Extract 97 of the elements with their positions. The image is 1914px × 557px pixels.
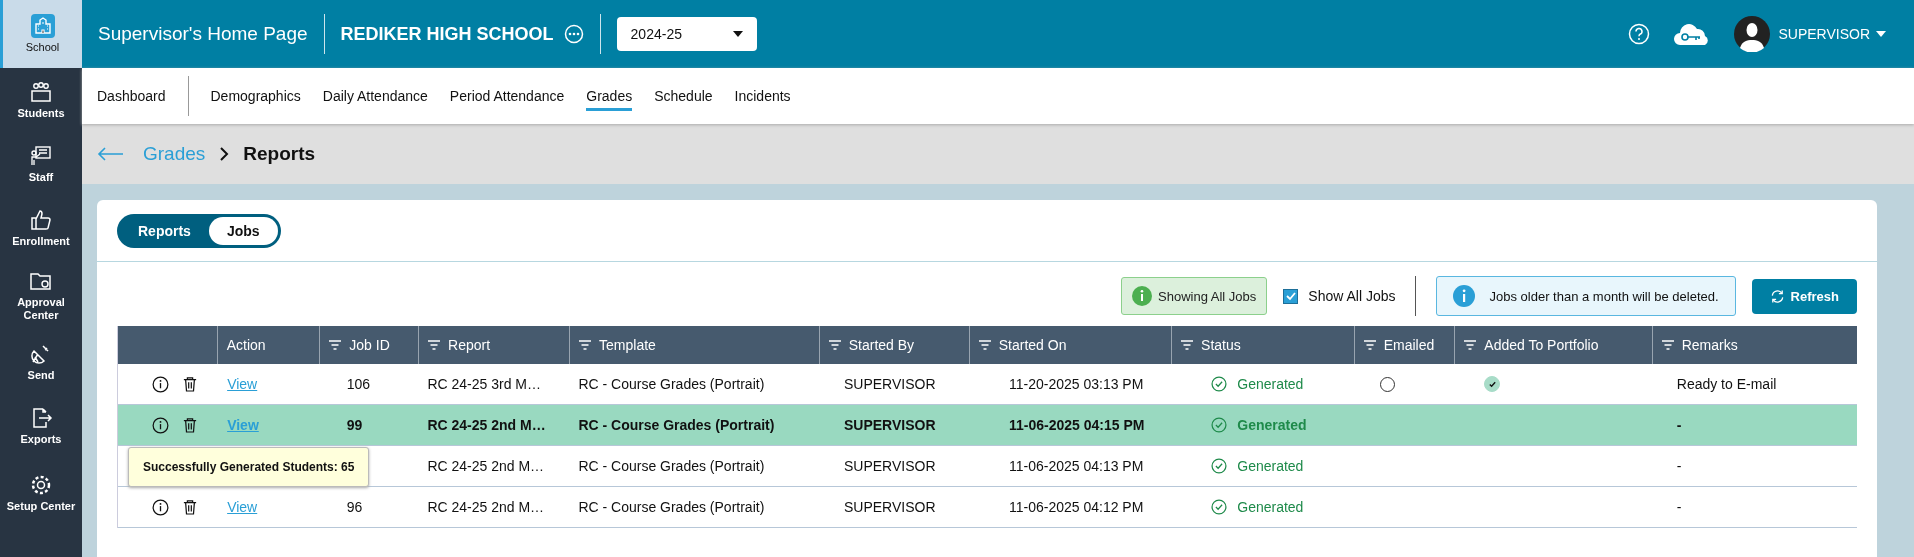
table-cell-text: RC - Course Grades (Portrait)	[577, 417, 775, 433]
school-building-icon	[30, 14, 55, 39]
help-icon[interactable]	[1628, 23, 1651, 45]
filter-icon[interactable]	[329, 340, 342, 350]
filter-icon[interactable]	[1661, 340, 1674, 350]
year-dropdown[interactable]: 2024-25	[616, 17, 757, 51]
user-avatar-icon[interactable]	[1734, 16, 1771, 52]
table-cell-text: -	[1675, 458, 1682, 474]
table-cell-text: RC 24-25 2nd M…	[426, 417, 546, 433]
check-circle-icon	[1211, 499, 1228, 515]
students-icon	[29, 80, 53, 105]
column-header[interactable]: Action	[226, 337, 266, 353]
refresh-button[interactable]: Refresh	[1751, 278, 1857, 314]
user-menu[interactable]: SUPERVISOR	[1778, 26, 1886, 42]
thumbs-up-icon	[29, 208, 53, 233]
table-cell-text: RC 24-25 2nd M…	[426, 499, 545, 515]
check-circle-icon	[1211, 417, 1228, 433]
more-options-icon[interactable]	[563, 24, 584, 44]
sidebar-item[interactable]: Send	[0, 330, 82, 394]
trash-icon[interactable]	[183, 499, 197, 515]
info-icon[interactable]	[152, 498, 169, 516]
filter-icon[interactable]	[1363, 340, 1376, 350]
table-cell-text: SUPERVISOR	[843, 458, 936, 474]
column-header[interactable]: Job ID	[349, 337, 390, 353]
info-notice: Jobs older than a month will be deleted.	[1436, 276, 1736, 316]
table-cell-text: SUPERVISOR	[843, 376, 936, 392]
table-cell-text: SUPERVISOR	[843, 499, 936, 515]
column-header[interactable]: Status	[1201, 337, 1241, 353]
table-cell-text: RC 24-25 3rd M…	[426, 376, 541, 392]
info-icon[interactable]	[152, 375, 169, 393]
status-badge: Showing All Jobs	[1121, 277, 1268, 315]
filter-icon[interactable]	[428, 340, 441, 350]
table-cell-text: 96	[345, 499, 363, 515]
nav-tab[interactable]: Dashboard	[97, 81, 166, 111]
nav-tab[interactable]: Daily Attendance	[322, 81, 428, 111]
nav-tab[interactable]: Incidents	[734, 81, 791, 111]
column-header[interactable]: Template	[599, 337, 656, 353]
filter-icon[interactable]	[1181, 340, 1194, 350]
nav-tab[interactable]: Grades	[586, 81, 633, 111]
filter-icon[interactable]	[828, 340, 841, 350]
sidebar-item[interactable]: Enrollment	[0, 196, 82, 260]
chevron-right-icon	[219, 146, 230, 162]
trash-icon[interactable]	[183, 417, 197, 433]
sidebar-item[interactable]: School	[0, 0, 82, 68]
table-cell-text: SUPERVISOR	[843, 417, 936, 433]
checkbox-label: Show All Jobs	[1308, 288, 1396, 304]
status-text: Generated	[1237, 417, 1307, 433]
breadcrumb-current: Reports	[243, 143, 316, 165]
view-tab[interactable]: Jobs	[208, 216, 278, 245]
status-text: Generated	[1237, 458, 1304, 474]
check-circle-icon	[1211, 458, 1228, 474]
table-cell-text: RC - Course Grades (Portrait)	[577, 499, 765, 515]
table-cell-text: 99	[345, 417, 363, 433]
sidebar-item[interactable]: Students	[0, 68, 82, 132]
check-circle-icon	[1211, 376, 1228, 392]
table-cell-text: 11-06-2025 04:13 PM	[1008, 458, 1144, 474]
table-cell-text: RC - Course Grades (Portrait)	[577, 376, 765, 392]
column-header[interactable]: Started By	[848, 337, 915, 353]
caret-icon	[1876, 31, 1886, 37]
sidebar-item[interactable]: Exports	[0, 394, 82, 458]
info-icon	[1132, 286, 1153, 306]
filter-icon[interactable]	[978, 340, 991, 350]
refresh-icon	[1769, 288, 1785, 304]
sidebar-item[interactable]: Setup Center	[0, 458, 82, 528]
nav-tab[interactable]: Demographics	[210, 81, 301, 111]
sidebar-item[interactable]: Approval Center	[0, 260, 82, 330]
filter-icon[interactable]	[579, 340, 592, 350]
trash-icon[interactable]	[183, 376, 197, 392]
filter-icon[interactable]	[1464, 340, 1477, 350]
table-cell-text: -	[1675, 417, 1682, 433]
column-header[interactable]: Added To Portfolio	[1484, 337, 1599, 353]
table-cell-text: Ready to E-mail	[1675, 376, 1777, 392]
table-cell-text: RC - Course Grades (Portrait)	[577, 458, 765, 474]
table-cell-text: 11-20-2025 03:13 PM	[1008, 376, 1144, 392]
table-cell-text: RC 24-25 2nd M…	[426, 458, 545, 474]
info-icon	[1453, 285, 1476, 307]
table-row[interactable]: View 99 RC 24-25 2nd M… RC - Course Grades (Portrait) SUPERVISOR 11-06-2025 04:15 PM Generated -	[118, 405, 1857, 446]
view-tab[interactable]: Reports	[120, 216, 209, 245]
school-name: REDIKER HIGH SCHOOL	[340, 23, 554, 45]
sidebar-item[interactable]: Staff	[0, 132, 82, 196]
column-header[interactable]: Started On	[998, 337, 1067, 353]
table-cell-text: 11-06-2025 04:15 PM	[1008, 417, 1145, 433]
info-icon[interactable]	[152, 416, 169, 434]
checkbox[interactable]	[1283, 288, 1299, 304]
nav-tab[interactable]: Schedule	[654, 81, 713, 111]
nav-tab[interactable]: Period Attendance	[449, 81, 565, 111]
status-text: Generated	[1237, 376, 1304, 392]
column-header[interactable]: Report	[448, 337, 491, 353]
table-cell-text: 11-06-2025 04:12 PM	[1008, 499, 1144, 515]
column-header[interactable]: Remarks	[1681, 337, 1738, 353]
status-text: Generated	[1237, 499, 1304, 515]
caret-icon	[732, 31, 743, 37]
tooltip: Successfully Generated Students: 65	[128, 447, 370, 487]
column-header[interactable]: Emailed	[1383, 337, 1435, 353]
page-title: Supervisor's Home Page	[98, 23, 308, 45]
table-cell-text: 106	[345, 376, 371, 392]
table-cell-text: -	[1675, 499, 1682, 515]
